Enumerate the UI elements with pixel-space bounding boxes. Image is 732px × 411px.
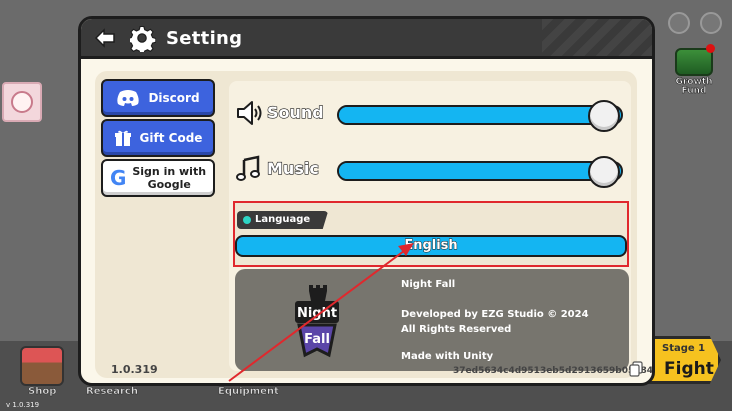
logo-word-night: Night (297, 306, 337, 321)
sound-slider-handle[interactable] (588, 100, 621, 132)
settings-panel: Sound Music Language English Night Fall … (229, 81, 631, 371)
fight-label: Fight (664, 359, 714, 379)
settings-window: Setting Discord Gift Code G Sign in with (78, 16, 655, 386)
language-section: Language English (233, 201, 629, 267)
player-avatar[interactable] (2, 82, 42, 122)
shop-icon[interactable] (20, 346, 64, 386)
discord-label: Discord (148, 91, 200, 105)
music-slider-handle[interactable] (588, 156, 621, 188)
window-title: Setting (166, 28, 243, 49)
avatar-face (11, 91, 33, 113)
music-label: Music (266, 158, 319, 178)
music-slider[interactable] (337, 156, 623, 188)
growth-fund-button[interactable]: Growth Fund (664, 44, 724, 100)
copy-icon[interactable] (629, 361, 643, 377)
language-dot-icon (243, 216, 251, 224)
language-tag: Language (237, 211, 329, 229)
language-tag-label: Language (255, 214, 311, 225)
sound-slider-fill (339, 107, 605, 123)
rights-notice: All Rights Reserved (401, 324, 512, 335)
game-name: Night Fall (401, 279, 456, 290)
research-label[interactable]: Research (86, 386, 138, 397)
google-label-line1: Sign in with (132, 165, 207, 178)
mail-icon[interactable] (668, 12, 690, 34)
settings-gear-icon (129, 25, 157, 53)
settings-gear-icon[interactable] (700, 12, 722, 34)
music-row: Music (235, 151, 629, 188)
sound-row: Sound (235, 95, 629, 132)
google-sign-in-button[interactable]: G Sign in with Google (101, 159, 215, 197)
discord-button[interactable]: Discord (101, 79, 215, 117)
back-button[interactable] (93, 27, 117, 49)
engine-credit: Made with Unity (401, 351, 494, 362)
top-right-icons (668, 12, 722, 34)
stage-label: Stage 1 (662, 343, 706, 354)
discord-icon (117, 90, 140, 106)
shop-label[interactable]: Shop (28, 386, 57, 397)
google-label-line2: Google (147, 178, 191, 191)
growth-fund-icon (675, 44, 715, 76)
music-note-icon (236, 155, 260, 181)
gift-icon (114, 130, 131, 146)
music-slider-fill (339, 163, 605, 179)
sound-label: Sound (266, 102, 324, 122)
build-version: v 1.0.319 (6, 401, 40, 409)
developer-credit: Developed by EZG Studio © 2024 (401, 309, 589, 320)
gift-code-button[interactable]: Gift Code (101, 119, 215, 157)
google-logo-icon: G (109, 166, 127, 190)
gift-code-label: Gift Code (139, 131, 203, 145)
header-decoration (542, 19, 652, 56)
speaker-icon (237, 101, 262, 125)
growth-fund-label: Growth Fund (675, 77, 713, 96)
equipment-label[interactable]: Equipment (218, 386, 279, 397)
app-version: 1.0.319 (111, 363, 158, 376)
language-select[interactable]: English (235, 235, 627, 257)
settings-body: Discord Gift Code G Sign in with Google (95, 71, 652, 378)
logo-word-fall: Fall (304, 332, 330, 347)
night-fall-logo: Night Fall (295, 285, 339, 358)
sound-slider[interactable] (337, 100, 623, 132)
google-sign-in-label: Sign in with Google (132, 165, 206, 191)
back-arrow-icon (94, 28, 115, 48)
window-header: Setting (81, 19, 652, 59)
game-info-card: Night Fall Night Fall Developed by EZG S… (235, 269, 629, 371)
device-id: 37ed5634c4d9513eb5d2913659b05684 (453, 366, 654, 376)
